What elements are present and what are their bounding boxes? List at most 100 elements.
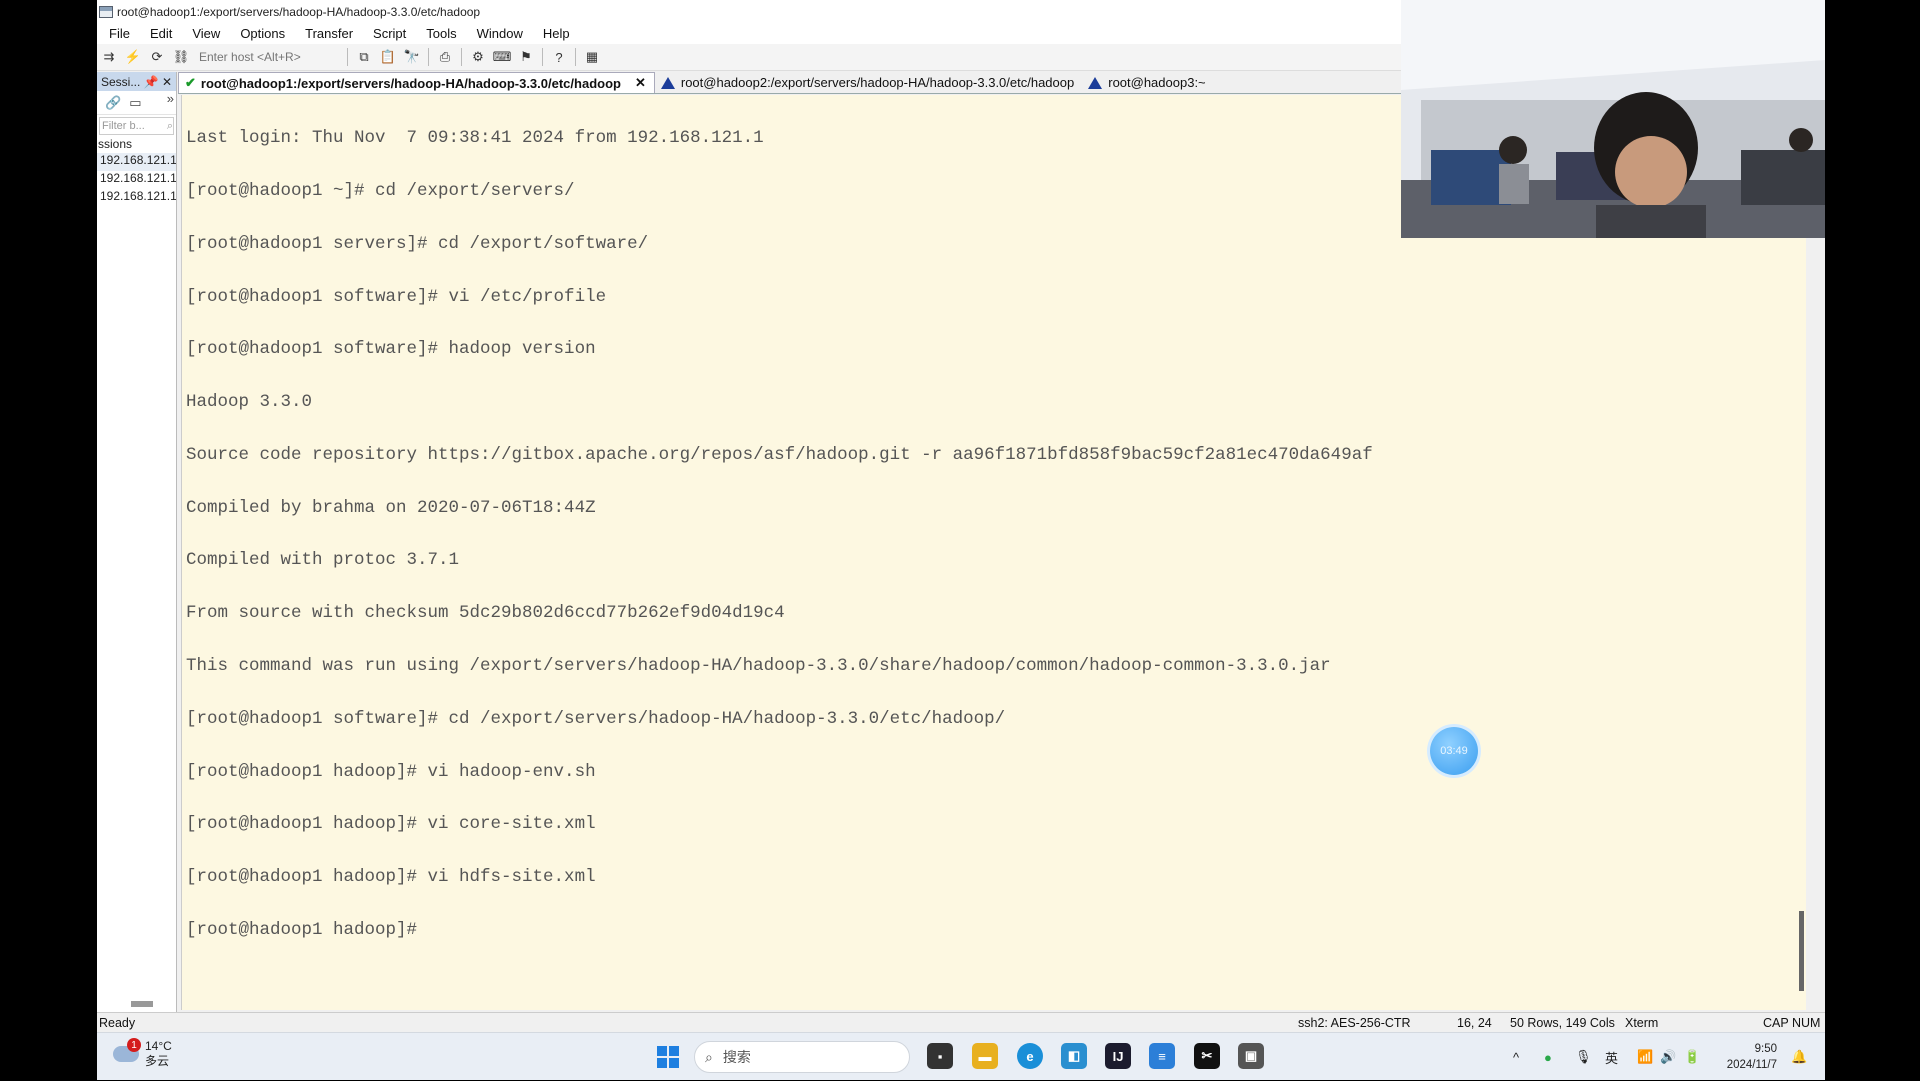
toolbar-separator	[542, 48, 543, 66]
session-manager-title: Sessi...	[101, 74, 141, 89]
file-explorer-icon[interactable]: ▬	[972, 1043, 998, 1069]
terminal-line: [root@hadoop1 hadoop]# vi core-site.xml	[186, 814, 596, 835]
session-manager-header: Sessi... 📌 ✕	[97, 72, 176, 91]
window-title: root@hadoop1:/export/servers/hadoop-HA/h…	[117, 4, 481, 19]
menu-script[interactable]: Script	[361, 26, 414, 41]
terminal-line: [root@hadoop1 hadoop]# vi hadoop-env.sh	[186, 761, 596, 782]
disconnect-icon[interactable]: ⛓	[172, 48, 190, 66]
clock-time: 9:50	[1754, 1043, 1777, 1055]
ime-indicator[interactable]: 英	[1605, 1033, 1618, 1081]
warning-icon	[1088, 76, 1103, 89]
pin-icon[interactable]: 📌	[144, 75, 159, 89]
task-view-icon[interactable]: ▪	[927, 1043, 953, 1069]
session-item[interactable]: 192.168.121.1	[97, 153, 176, 171]
menu-transfer[interactable]: Transfer	[293, 26, 361, 41]
volume-icon[interactable]: 🔊	[1660, 1033, 1676, 1081]
start-button[interactable]	[657, 1046, 679, 1068]
tab-label: root@hadoop2:/export/servers/hadoop-HA/h…	[680, 75, 1075, 90]
terminal-line: [root@hadoop1 software]# hadoop version	[186, 339, 596, 360]
webcam-overlay	[1401, 0, 1825, 238]
menu-help[interactable]: Help	[531, 26, 578, 41]
help-icon[interactable]: ?	[550, 48, 568, 66]
taskbar: 1 14°C 多云 ⌕ 搜索 ▪ ▬ e ◧ IJ ≡ ✂ ▣ ^ ● 🎙 英 …	[97, 1032, 1825, 1080]
status-locks: CAP NUM	[1763, 1016, 1821, 1030]
paste-icon[interactable]: 📋	[379, 48, 397, 66]
terminal-line: [root@hadoop1 hadoop]#	[186, 919, 418, 940]
session-filter-input[interactable]: Filter b...	[102, 120, 145, 132]
link-icon[interactable]: 🔗	[105, 95, 121, 111]
notification-badge: 1	[127, 1038, 141, 1052]
webcam-feed	[1401, 0, 1825, 238]
find-icon[interactable]: 🔭	[403, 48, 421, 66]
cloud-icon: 1	[113, 1038, 141, 1062]
menu-tools[interactable]: Tools	[414, 26, 464, 41]
edge-icon[interactable]: e	[1017, 1043, 1043, 1069]
session-item[interactable]: 192.168.121.1	[97, 171, 176, 189]
notepad-icon[interactable]: ≡	[1149, 1043, 1175, 1069]
session-item[interactable]: 192.168.121.1	[97, 189, 176, 207]
print-icon[interactable]: ⎙	[436, 48, 454, 66]
menu-options[interactable]: Options	[228, 26, 293, 41]
store-icon[interactable]: ◧	[1061, 1043, 1087, 1069]
terminal-line: Hadoop 3.3.0	[186, 392, 313, 413]
recording-timer[interactable]: 03:49	[1430, 727, 1478, 775]
reconnect-icon[interactable]: ⟳	[148, 48, 166, 66]
intellij-icon[interactable]: IJ	[1105, 1043, 1131, 1069]
toolbar-separator	[461, 48, 462, 66]
new-folder-icon[interactable]: ▭	[129, 95, 141, 111]
microphone-icon[interactable]: 🎙	[1575, 1033, 1592, 1081]
tile-icon[interactable]: ▦	[583, 48, 601, 66]
copy-icon[interactable]: ⧉	[355, 48, 373, 66]
taskbar-search[interactable]: ⌕ 搜索	[694, 1041, 910, 1073]
search-icon: ⌕	[705, 1048, 713, 1065]
wifi-icon[interactable]: 📶	[1637, 1033, 1653, 1081]
terminal-line: From source with checksum 5dc29b802d6ccd…	[186, 603, 785, 624]
terminal-line: Compiled with protoc 3.7.1	[186, 550, 460, 571]
keymap-icon[interactable]: ⌨	[493, 48, 512, 66]
wechat-icon[interactable]: ●	[1544, 1033, 1552, 1081]
quick-connect-icon[interactable]: ⚡	[124, 48, 142, 66]
start-tile	[669, 1058, 679, 1068]
app-icon	[99, 5, 113, 18]
terminal-scrollbar[interactable]	[1799, 911, 1804, 991]
terminal-line: [root@hadoop1 hadoop]# vi hdfs-site.xml	[186, 867, 596, 888]
terminal-line: [root@hadoop1 software]# vi /etc/profile	[186, 286, 607, 307]
close-icon[interactable]: ✕	[162, 75, 172, 89]
notification-icon[interactable]: 🔔	[1791, 1033, 1807, 1081]
weather-widget[interactable]: 1 14°C 多云	[113, 1038, 172, 1069]
tray-chevron-icon[interactable]: ^	[1513, 1033, 1519, 1081]
close-tab-icon[interactable]: ✕	[635, 75, 646, 91]
battery-icon[interactable]: 🔋	[1684, 1033, 1700, 1081]
menu-view[interactable]: View	[180, 26, 228, 41]
host-input[interactable]	[193, 47, 343, 67]
session-filter[interactable]: Filter b... ⌕	[99, 117, 174, 135]
status-cipher: ssh2: AES-256-CTR	[1298, 1016, 1411, 1030]
securecrt-taskbar-icon[interactable]: ▣	[1238, 1043, 1264, 1069]
status-cursor: 16, 24	[1457, 1016, 1492, 1030]
connect-icon[interactable]: ⇉	[100, 48, 118, 66]
tab-label: root@hadoop1:/export/servers/hadoop-HA/h…	[200, 75, 621, 91]
menu-file[interactable]: File	[97, 26, 138, 41]
tab-hadoop3[interactable]: root@hadoop3:~	[1082, 72, 1213, 93]
clock-date: 2024/11/7	[1726, 1059, 1777, 1071]
session-tools: 🔗 ▭ »	[97, 91, 176, 115]
menu-window[interactable]: Window	[465, 26, 531, 41]
session-scrollbar[interactable]	[131, 1001, 153, 1007]
start-tile	[657, 1058, 667, 1068]
capcut-icon[interactable]: ✂	[1194, 1043, 1220, 1069]
settings-icon[interactable]: ⚙	[469, 48, 487, 66]
toolbar-separator	[347, 48, 348, 66]
sessions-folder[interactable]: ssions	[97, 137, 176, 153]
terminal-line: Compiled by brahma on 2020-07-06T18:44Z	[186, 497, 596, 518]
check-icon: ✔	[185, 75, 196, 90]
terminal-line: [root@hadoop1 ~]# cd /export/servers/	[186, 180, 575, 201]
tab-hadoop2[interactable]: root@hadoop2:/export/servers/hadoop-HA/h…	[655, 72, 1082, 93]
clock[interactable]: 9:50 2024/11/7	[1727, 1041, 1777, 1073]
status-size: 50 Rows, 149 Cols	[1510, 1016, 1615, 1030]
tab-hadoop1[interactable]: ✔ root@hadoop1:/export/servers/hadoop-HA…	[178, 72, 655, 93]
search-icon[interactable]: ⌕	[167, 120, 173, 133]
terminal-output: Last login: Thu Nov 7 09:38:41 2024 from…	[186, 95, 1373, 975]
chevron-right-icon[interactable]: »	[167, 91, 174, 106]
menu-edit[interactable]: Edit	[138, 26, 180, 41]
sftp-icon[interactable]: ⚑	[517, 48, 535, 66]
